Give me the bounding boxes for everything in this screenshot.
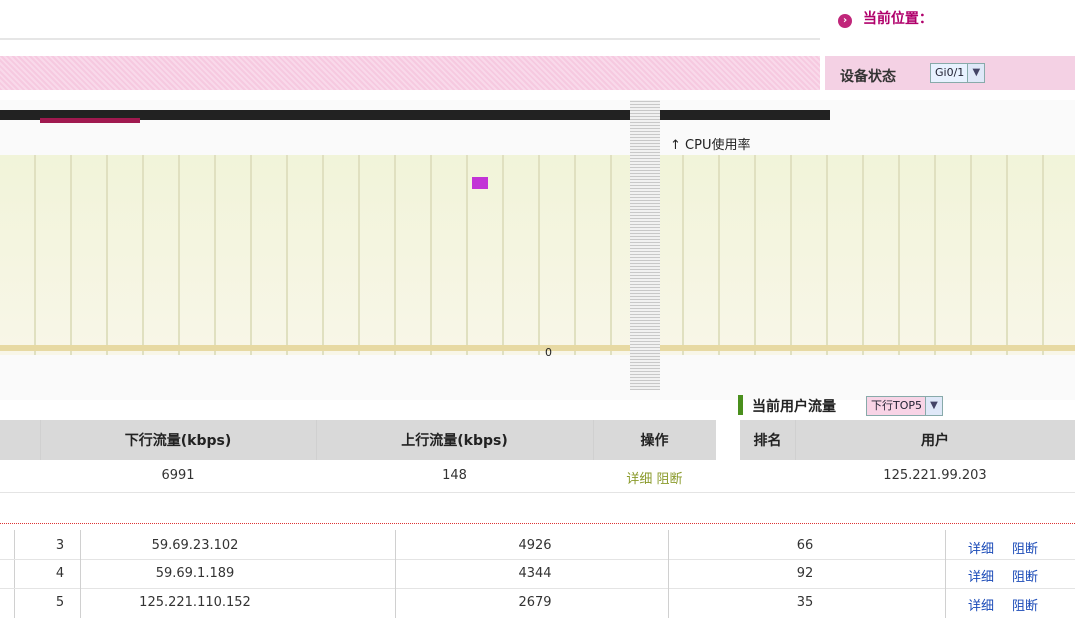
- table-row: 6991 148 详细 阻断 125.221.99.203: [0, 462, 1075, 490]
- arrow-right-circle-icon: ›: [838, 14, 852, 28]
- block-link[interactable]: 阻断: [1012, 566, 1038, 585]
- cell-user: 59.69.23.102: [151, 538, 239, 553]
- cell-up: 92: [796, 566, 814, 581]
- device-status-label: 设备状态: [840, 69, 896, 85]
- header-gap: [716, 420, 740, 460]
- col-divider: [945, 530, 946, 618]
- cell-user: 125.221.99.203: [883, 468, 987, 483]
- cpu-axis-label: ↑ CPU使用率: [666, 134, 755, 153]
- header-user: 用户: [921, 433, 949, 449]
- cell-down: 6991: [161, 468, 195, 483]
- chart-baseline: [0, 345, 1075, 351]
- cpu-chart: ↑ CPU使用率 0: [0, 100, 1075, 400]
- col-divider: [395, 530, 396, 618]
- cell-up: 148: [442, 468, 467, 483]
- cell-down: 4926: [518, 538, 552, 553]
- location-label: 当前位置：: [862, 11, 933, 27]
- y-axis-zero-tick: 0: [545, 346, 552, 359]
- col-divider: [80, 530, 81, 618]
- table-row: 3 59.69.23.102 4926 66 详细 阻断: [0, 532, 1075, 560]
- cell-down: 2679: [518, 595, 552, 610]
- section-marker: [738, 395, 743, 415]
- table-row: 4 59.69.1.189 4344 92 详细 阻断: [0, 560, 1075, 588]
- chart-grid: [0, 155, 1075, 355]
- cell-up: 66: [796, 538, 814, 553]
- port-select[interactable]: Gi0/1 ▼: [930, 63, 986, 83]
- location-breadcrumb: › 当前位置：: [838, 8, 933, 28]
- cell-up: 35: [796, 595, 814, 610]
- row-divider: [0, 492, 1075, 493]
- cell-user: 59.69.1.189: [155, 566, 235, 581]
- table-header: 下行流量(kbps) 上行流量(kbps) 操作 排名 用户: [0, 420, 1075, 460]
- cell-rank: 4: [55, 566, 65, 581]
- col-divider: [668, 530, 669, 618]
- detail-link[interactable]: 详细: [968, 595, 994, 614]
- header-band: [0, 56, 820, 90]
- cell-down: 4344: [518, 566, 552, 581]
- top-rule: [0, 38, 820, 40]
- cell-user: 125.221.110.152: [139, 595, 251, 610]
- header-down: 下行流量(kbps): [124, 433, 232, 449]
- user-flow-title: 当前用户流量: [752, 399, 836, 415]
- block-link[interactable]: 阻断: [1012, 538, 1038, 557]
- legend-swatch: [472, 177, 488, 189]
- header-rank: 排名: [753, 433, 782, 449]
- cell-rank: 5: [55, 595, 65, 610]
- table-row: 5 125.221.110.152 2679 35 详细 阻断: [0, 589, 1075, 617]
- detail-link[interactable]: 详细: [968, 538, 994, 557]
- cell-actions[interactable]: 详细 阻断: [593, 468, 716, 487]
- chart-top-accent: [40, 118, 140, 123]
- block-link[interactable]: 阻断: [1012, 595, 1038, 614]
- port-select-value: Gi0/1: [935, 66, 965, 79]
- header-ops: 操作: [640, 433, 669, 449]
- chevron-down-icon: ▼: [925, 397, 943, 415]
- detail-link[interactable]: 详细: [968, 566, 994, 585]
- cell-rank: 3: [55, 538, 65, 553]
- row-highlight-border: [0, 523, 1075, 524]
- top5-select-value: 下行TOP5: [871, 399, 923, 412]
- header-up: 上行流量(kbps): [401, 433, 508, 449]
- chevron-down-icon: ▼: [967, 64, 985, 82]
- top5-select[interactable]: 下行TOP5 ▼: [866, 396, 944, 416]
- chart-divider: [630, 100, 660, 390]
